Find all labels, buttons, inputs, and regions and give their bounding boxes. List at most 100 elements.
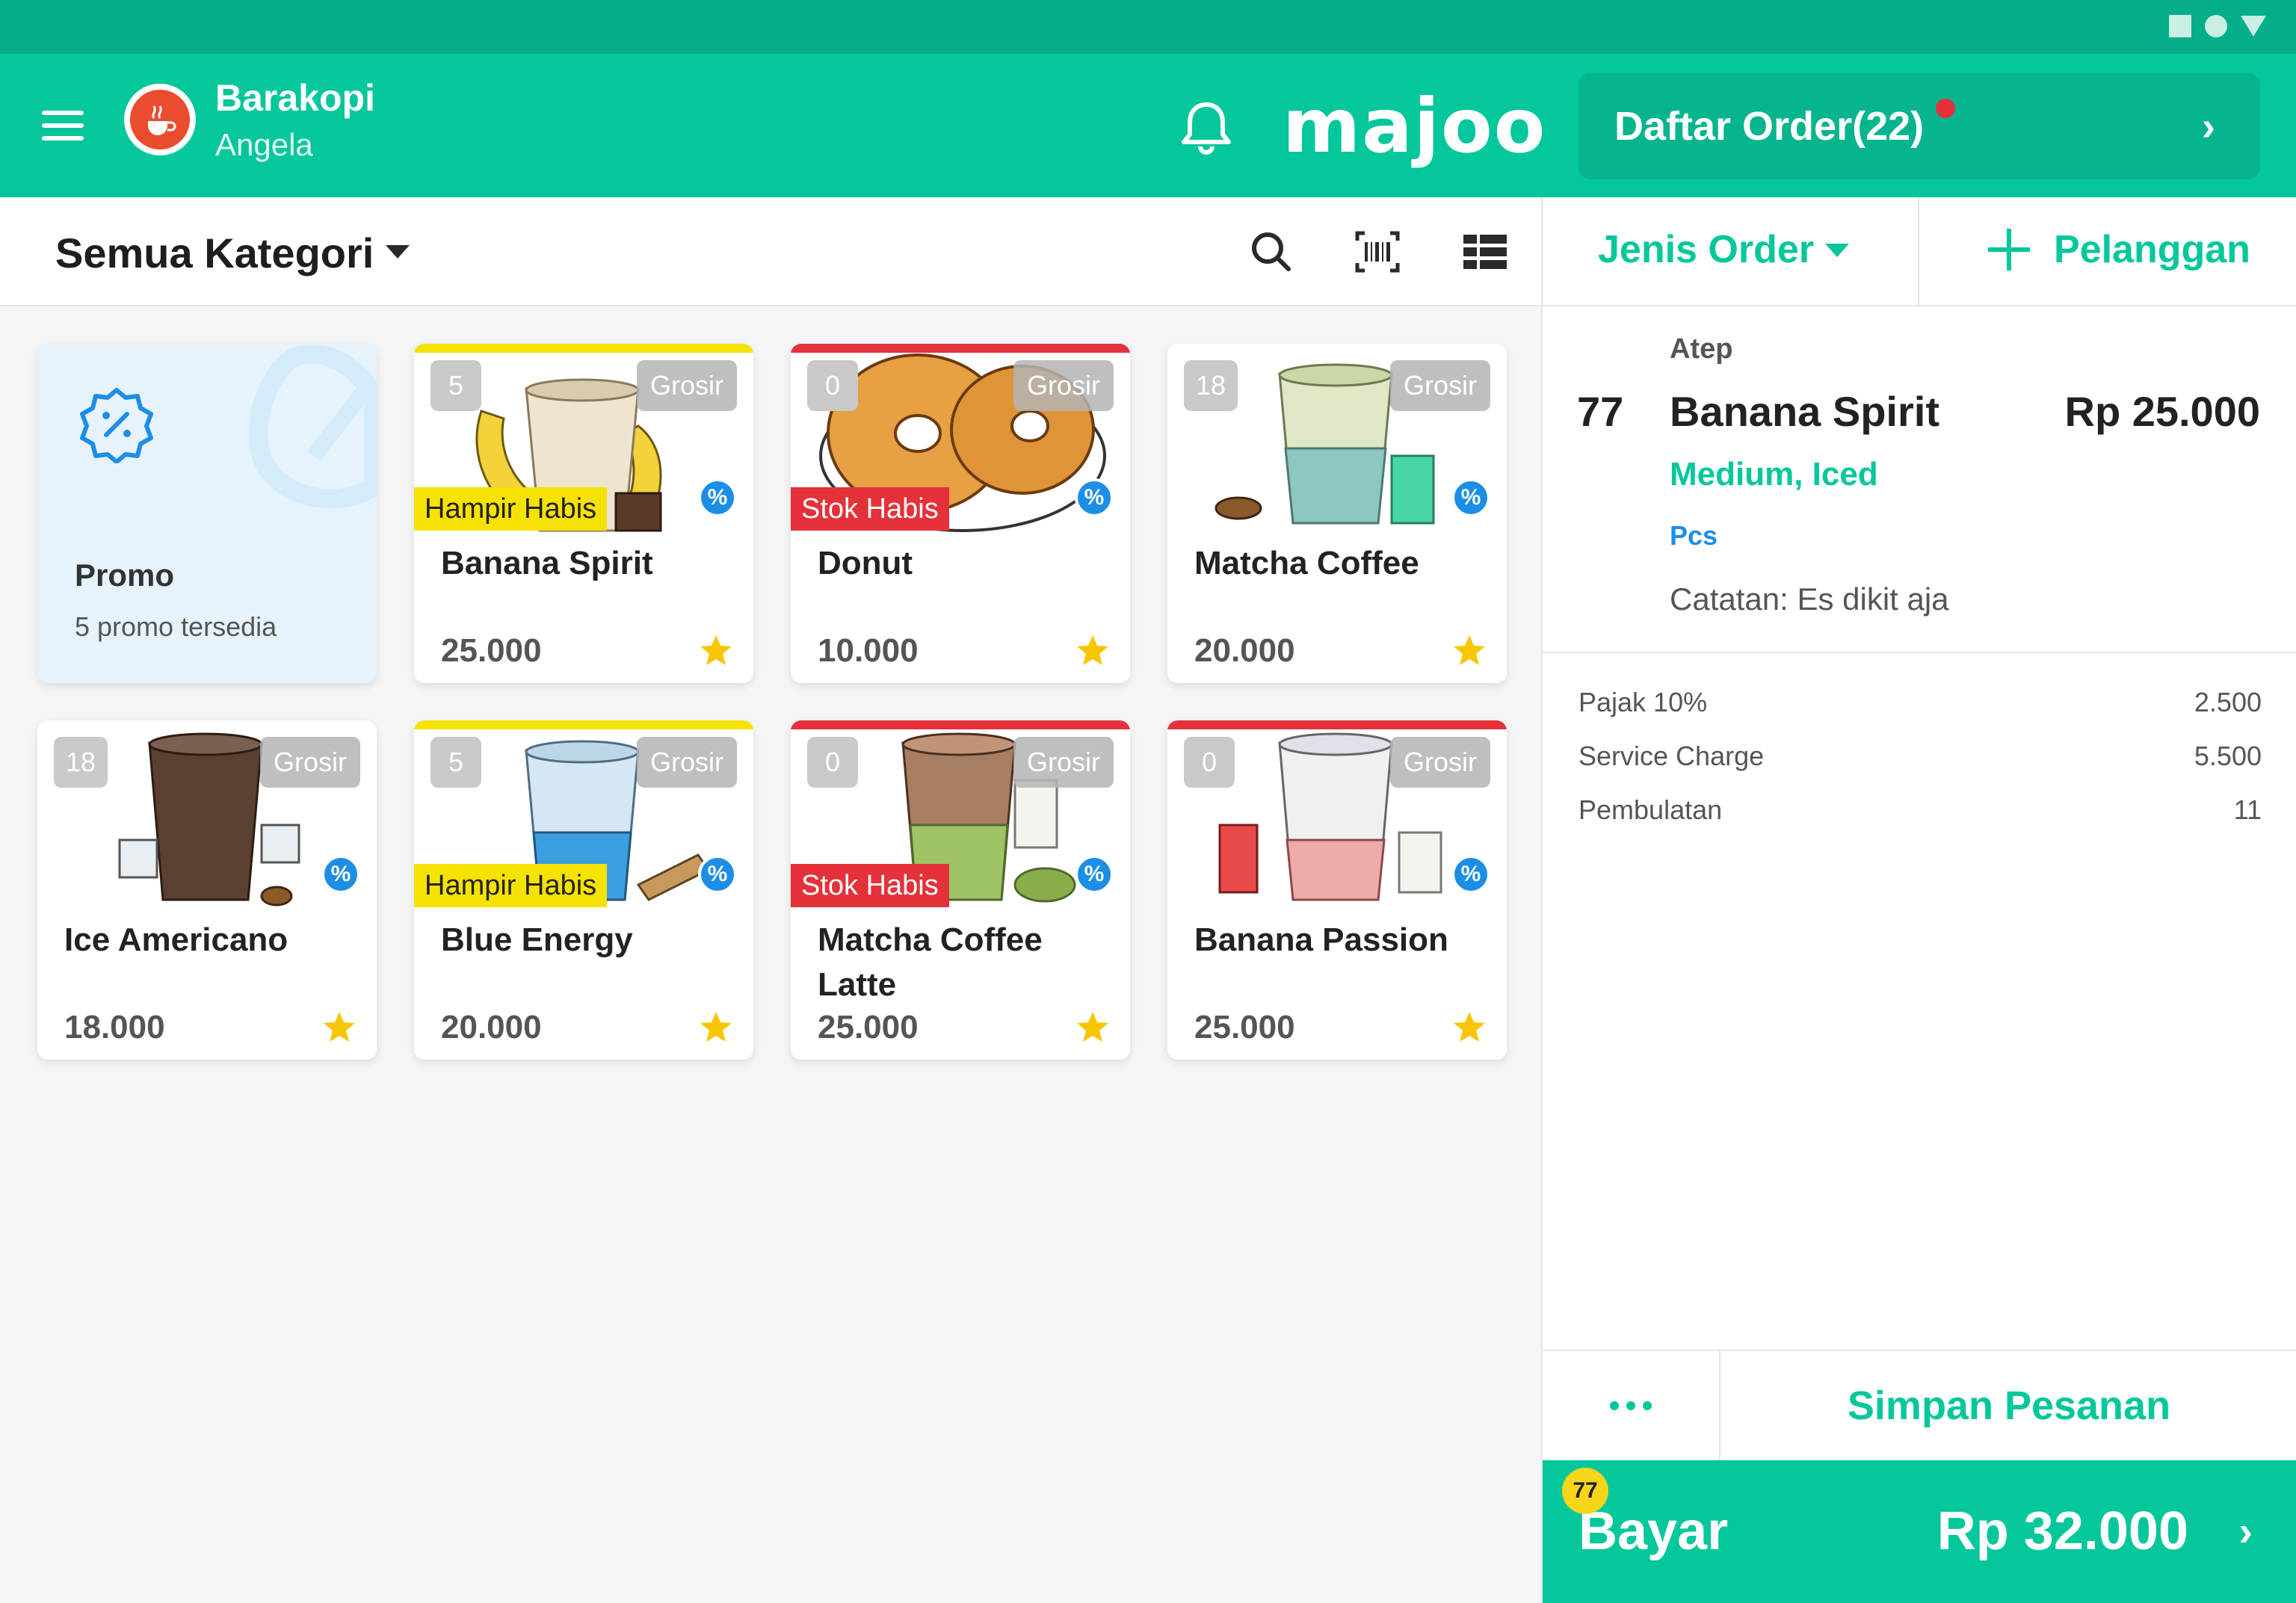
add-customer-label: Pelanggan [2054, 228, 2250, 271]
product-price: 20.000 [441, 1009, 542, 1045]
summary-label: Service Charge [1578, 741, 1765, 771]
barcode-icon[interactable] [1353, 227, 1402, 277]
stock-count: 0 [1184, 737, 1235, 788]
order-panel-toolbar: Jenis Order Pelanggan [1543, 197, 2296, 306]
product-name: Ice Americano [64, 921, 288, 958]
order-actions: Simpan Pesanan [1543, 1350, 2296, 1460]
product-name: Matcha Coffee Latte [818, 921, 1043, 1003]
discount-icon: % [1075, 478, 1114, 517]
stock-indicator-bar [414, 344, 753, 353]
discount-icon: % [698, 855, 737, 894]
order-list-button[interactable]: Daftar Order(22) › [1578, 73, 2260, 179]
stock-count: 18 [54, 737, 108, 788]
product-card[interactable]: 5 Grosir Hampir Habis % Banana Spirit 25… [414, 344, 753, 683]
product-price: 18.000 [64, 1009, 165, 1045]
order-type-dropdown[interactable]: Jenis Order [1598, 227, 1814, 272]
summary-label: Pajak 10% [1578, 687, 1708, 717]
wholesale-tag: Grosir [1013, 360, 1114, 411]
discount-icon: % [1451, 478, 1490, 517]
wholesale-tag: Grosir [1390, 737, 1490, 788]
order-panel: Jenis Order Pelanggan Atep 77 Banana Spi… [1541, 197, 2296, 1603]
summary-row: Pajak 10% 2.500 [1578, 676, 2262, 729]
favorite-star-icon[interactable] [323, 1010, 356, 1043]
favorite-star-icon[interactable] [700, 634, 732, 667]
pay-label: Bayar [1578, 1501, 1729, 1561]
summary-row: Pembulatan 11 [1578, 783, 2262, 837]
caret-down-icon[interactable] [1825, 244, 1849, 257]
summary-value: 5.500 [2194, 741, 2262, 771]
summary-value: 11 [2233, 794, 2262, 825]
item-quantity: 77 [1577, 388, 1624, 435]
wholesale-tag: Grosir [1013, 737, 1114, 788]
stock-status-label: Hampir Habis [414, 864, 608, 907]
product-price: 10.000 [818, 632, 919, 669]
product-price: 25.000 [818, 1009, 919, 1045]
save-order-button[interactable]: Simpan Pesanan [1721, 1351, 2296, 1460]
store-logo [124, 84, 196, 155]
promo-subtitle: 5 promo tersedia [75, 611, 277, 642]
item-variant: Medium, Iced [1670, 456, 1878, 492]
user-name: Angela [215, 127, 313, 162]
discount-icon: % [1451, 855, 1490, 894]
product-name: Matcha Coffee [1194, 545, 1419, 581]
item-count-badge: 77 [1562, 1468, 1608, 1514]
product-card[interactable]: 5 Grosir Hampir Habis % Blue Energy 20.0… [414, 720, 753, 1060]
stock-status-label: Hampir Habis [414, 487, 608, 531]
grid-view-icon[interactable] [1460, 227, 1510, 277]
add-customer-button[interactable]: Pelanggan [1988, 227, 2250, 272]
product-card[interactable]: 18 Grosir % Matcha Coffee 20.000 [1167, 344, 1507, 683]
product-price: 25.000 [1194, 1009, 1295, 1045]
stock-count: 5 [430, 360, 481, 411]
bell-icon[interactable] [1179, 99, 1233, 158]
item-name: Banana Spirit [1670, 388, 1939, 435]
promo-card[interactable]: Promo 5 promo tersedia [37, 344, 377, 683]
wholesale-tag: Grosir [637, 360, 737, 411]
favorite-star-icon[interactable] [1076, 1010, 1109, 1043]
order-list-label: Daftar Order(22) [1614, 104, 1925, 149]
favorite-star-icon[interactable] [1076, 634, 1109, 667]
search-icon[interactable] [1247, 227, 1296, 277]
product-card[interactable]: 0 Grosir % Banana Passion 25.000 [1167, 720, 1507, 1060]
summary-row: Service Charge 5.500 [1578, 729, 2262, 783]
product-card[interactable]: 0 Grosir Stok Habis % Matcha Coffee Latt… [791, 720, 1130, 1060]
promo-decoration [248, 344, 377, 509]
item-price: Rp 25.000 [2064, 388, 2261, 435]
stock-indicator-bar [1167, 720, 1507, 729]
summary-value: 2.500 [2194, 687, 2262, 717]
product-price: 20.000 [1194, 632, 1295, 669]
chevron-right-icon: › [2238, 1507, 2253, 1554]
recent-apps-icon [2169, 15, 2191, 37]
category-toolbar: Semua Kategori [0, 197, 1541, 306]
more-options-icon[interactable] [1543, 1351, 1719, 1460]
chevron-right-icon: › [2202, 104, 2215, 149]
product-card[interactable]: 18 Grosir % Ice Americano 18.000 [37, 720, 377, 1060]
product-price: 25.000 [441, 632, 542, 669]
item-unit: Pcs [1670, 520, 1718, 551]
discount-icon: % [1075, 855, 1114, 894]
product-name: Donut [818, 545, 913, 581]
discount-badge-icon [80, 388, 153, 463]
category-dropdown[interactable]: Semua Kategori [55, 229, 374, 277]
favorite-star-icon[interactable] [1453, 634, 1486, 667]
stock-count: 0 [807, 360, 858, 411]
system-icons [2169, 15, 2266, 37]
guest-name: Atep [1670, 333, 1733, 365]
stock-indicator-bar [791, 344, 1130, 353]
favorite-star-icon[interactable] [1453, 1010, 1486, 1043]
stock-indicator-bar [791, 720, 1130, 729]
stock-indicator-bar [414, 720, 753, 729]
wholesale-tag: Grosir [637, 737, 737, 788]
order-item[interactable]: Atep 77 Banana Spirit Rp 25.000 Medium, … [1543, 306, 2296, 653]
pay-button[interactable]: Bayar 77 Rp 32.000 › [1543, 1460, 2296, 1603]
menu-icon[interactable] [42, 111, 84, 140]
stock-count: 18 [1184, 360, 1238, 411]
wholesale-tag: Grosir [1390, 360, 1490, 411]
product-card[interactable]: 0 Grosir Stok Habis % Donut 10.000 [791, 344, 1130, 683]
brand-logo: majoo [1283, 82, 1547, 170]
caret-down-icon[interactable] [386, 245, 410, 259]
stock-count: 5 [430, 737, 481, 788]
stock-count: 0 [807, 737, 858, 788]
order-summary: Pajak 10% 2.500 Service Charge 5.500 Pem… [1578, 676, 2262, 837]
product-name: Blue Energy [441, 921, 633, 958]
favorite-star-icon[interactable] [700, 1010, 732, 1043]
